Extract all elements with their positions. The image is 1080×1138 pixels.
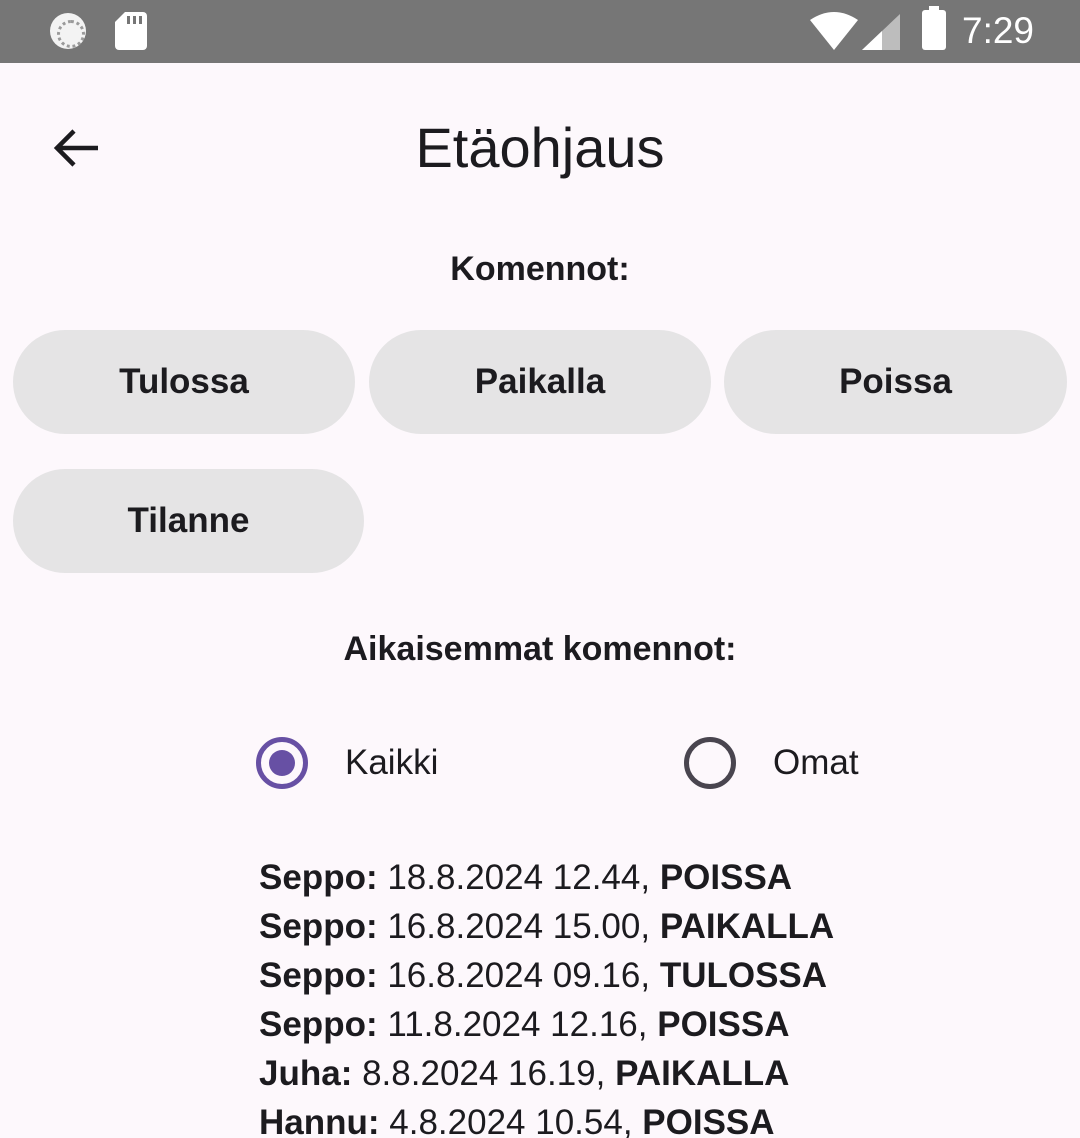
history-user: Seppo: (259, 907, 378, 946)
signal-icon (862, 14, 900, 50)
history-datetime: 16.8.2024 09.16, (387, 956, 651, 995)
history-user: Seppo: (259, 858, 378, 897)
history-entry: Seppo: 18.8.2024 12.44, POISSA (259, 853, 834, 902)
history-user: Juha: (259, 1054, 353, 1093)
history-entry: Juha: 8.8.2024 16.19, PAIKALLA (259, 1049, 834, 1098)
history-entry: Seppo: 11.8.2024 12.16, POISSA (259, 1000, 834, 1049)
paikalla-button[interactable]: Paikalla (369, 330, 711, 434)
history-list: Seppo: 18.8.2024 12.44, POISSA Seppo: 16… (259, 853, 834, 1138)
history-entry: Seppo: 16.8.2024 09.16, TULOSSA (259, 951, 834, 1000)
history-entry: Hannu: 4.8.2024 10.54, POISSA (259, 1098, 834, 1138)
history-status: POISSA (642, 1103, 775, 1138)
history-datetime: 16.8.2024 15.00, (387, 907, 651, 946)
tulossa-button[interactable]: Tulossa (13, 330, 355, 434)
radio-unchecked-icon (684, 737, 736, 789)
history-status: TULOSSA (659, 956, 828, 995)
history-datetime: 11.8.2024 12.16, (387, 1005, 648, 1044)
battery-icon (922, 6, 946, 50)
history-status: POISSA (659, 858, 793, 897)
radio-checked-icon (256, 737, 308, 789)
history-datetime: 4.8.2024 10.54, (389, 1103, 633, 1138)
status-bar: 7:29 (0, 0, 1080, 63)
sd-card-icon (115, 12, 147, 50)
filter-own-radio[interactable]: Omat (684, 735, 859, 791)
commands-label: Komennot: (450, 250, 630, 288)
history-datetime: 18.8.2024 12.44, (387, 858, 651, 897)
filter-all-label: Kaikki (345, 743, 439, 782)
history-user: Hannu: (259, 1103, 380, 1138)
history-user: Seppo: (259, 956, 378, 995)
history-label: Aikaisemmat komennot: (343, 630, 737, 668)
history-status: PAIKALLA (615, 1054, 790, 1093)
page-title: Etäohjaus (415, 116, 665, 179)
wifi-icon (810, 12, 858, 50)
poissa-button[interactable]: Poissa (724, 330, 1067, 434)
history-user: Seppo: (259, 1005, 378, 1044)
sync-icon (50, 13, 86, 49)
history-datetime: 8.8.2024 16.19, (362, 1054, 606, 1093)
history-status: PAIKALLA (659, 907, 835, 946)
filter-own-label: Omat (773, 743, 859, 782)
tilanne-button[interactable]: Tilanne (13, 469, 364, 573)
history-entry: Seppo: 16.8.2024 15.00, PAIKALLA (259, 902, 834, 951)
history-status: POISSA (657, 1005, 790, 1044)
status-time: 7:29 (962, 10, 1035, 51)
filter-all-radio[interactable]: Kaikki (256, 735, 438, 791)
